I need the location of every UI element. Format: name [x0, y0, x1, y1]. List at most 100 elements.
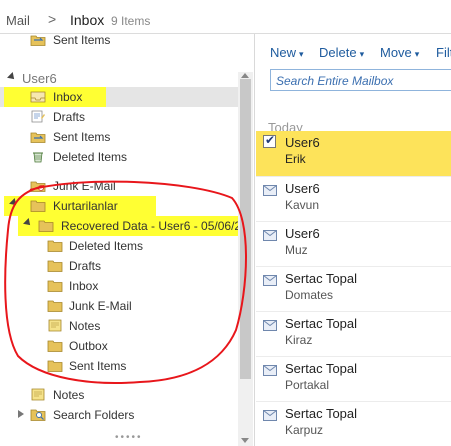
folder-icon: [47, 239, 63, 252]
message-checkbox[interactable]: [263, 133, 276, 148]
scrollbar-thumb[interactable]: [240, 79, 251, 379]
subfolder-inbox[interactable]: Inbox: [0, 276, 238, 296]
item-count: 9 Items: [111, 14, 151, 28]
message-subject: Karpuz: [285, 423, 324, 437]
folder-label: Search Folders: [53, 408, 135, 422]
message-subject: Kiraz: [285, 333, 313, 347]
scroll-up-icon[interactable]: [241, 73, 249, 78]
envelope-icon: [263, 275, 277, 286]
message-list-pane: New▾ Delete▾ Move▾ Filt Search Entire Ma…: [256, 34, 451, 446]
scroll-down-icon[interactable]: [241, 438, 249, 443]
folder-label: Notes: [53, 388, 85, 402]
folder-kurtarilanlar[interactable]: Kurtarilanlar: [0, 196, 238, 216]
resize-grip-icon[interactable]: •••••: [115, 432, 143, 443]
folder-label: Drafts: [53, 110, 86, 124]
message-row[interactable]: Sertac Topal Kiraz: [256, 312, 451, 357]
message-row[interactable]: Sertac Topal Domates: [256, 267, 451, 312]
sent-items-icon: [30, 130, 46, 143]
sent-folder-icon: [30, 33, 46, 46]
junk-folder-icon: [30, 179, 46, 192]
chevron-down-icon: ▾: [414, 49, 420, 59]
message-row[interactable]: User6 Muz: [256, 222, 451, 267]
move-button-label: Move: [380, 45, 412, 60]
search-folder-icon: [30, 408, 46, 421]
new-button[interactable]: New ▾: [270, 45, 304, 60]
search-placeholder: Search Entire Mailbox: [276, 74, 394, 88]
message-sender: Sertac Topal: [285, 271, 358, 286]
message-sender: User6: [285, 181, 320, 196]
folder-label: Kurtarilanlar: [53, 199, 118, 213]
folder-notes[interactable]: Notes: [0, 385, 238, 405]
folder-icon: [47, 359, 63, 372]
filter-button[interactable]: Filt: [436, 45, 451, 60]
chevron-down-icon: ▾: [299, 49, 304, 59]
folder-label: Inbox: [53, 90, 83, 104]
message-subject: Domates: [285, 288, 334, 302]
message-row[interactable]: Sertac Topal Karpuz: [256, 402, 451, 446]
inbox-icon: [30, 90, 46, 103]
notes-icon: [30, 388, 46, 401]
breadcrumb-mail-link[interactable]: Mail: [6, 13, 30, 28]
folder-label: Sent Items: [53, 33, 111, 47]
account-name: User6: [22, 71, 57, 86]
folder-icon: [30, 199, 46, 212]
folder-drafts[interactable]: Drafts: [0, 107, 238, 127]
message-sender: Sertac Topal: [285, 406, 358, 421]
folder-junk-email[interactable]: Junk E-Mail: [0, 176, 238, 196]
notes-icon: [47, 319, 63, 332]
message-row[interactable]: Sertac Topal Portakal: [256, 357, 451, 402]
message-subject: Erik: [285, 152, 306, 166]
breadcrumb-separator: >: [48, 11, 57, 27]
trash-icon: [30, 150, 46, 163]
delete-button[interactable]: Delete ▾: [319, 45, 364, 60]
message-row[interactable]: User6 Kavun: [256, 177, 451, 222]
message-sender: User6: [285, 226, 320, 241]
folder-label: Junk E-Mail: [69, 299, 132, 313]
folder-icon: [38, 219, 54, 232]
expand-arrow-icon[interactable]: [18, 410, 24, 418]
drafts-icon: [30, 110, 46, 123]
envelope-icon: [263, 320, 277, 331]
envelope-icon: [263, 410, 277, 421]
folder-sent-items-top[interactable]: Sent Items: [0, 30, 238, 50]
folder-deleted-items[interactable]: Deleted Items: [0, 147, 238, 167]
folder-sent-items[interactable]: Sent Items: [0, 127, 238, 147]
folder-label: Notes: [69, 319, 101, 333]
breadcrumb-current-folder: Inbox: [70, 12, 105, 28]
message-subject: Kavun: [285, 198, 320, 212]
folder-label: Junk E-Mail: [53, 179, 116, 193]
folder-label: Deleted Items: [69, 239, 144, 253]
folder-recovered-data[interactable]: Recovered Data - User6 - 05/06/20: [0, 216, 248, 236]
envelope-icon: [263, 185, 277, 196]
subfolder-deleted-items[interactable]: Deleted Items: [0, 236, 238, 256]
message-subject: Muz: [285, 243, 308, 257]
folder-label: Deleted Items: [53, 150, 128, 164]
move-button[interactable]: Move ▾: [380, 45, 419, 60]
folder-icon: [47, 279, 63, 292]
subfolder-drafts[interactable]: Drafts: [0, 256, 238, 276]
new-button-label: New: [270, 45, 297, 60]
folder-label: Sent Items: [53, 130, 111, 144]
folder-inbox[interactable]: Inbox: [0, 87, 238, 107]
message-row[interactable]: User6 Erik: [256, 131, 451, 176]
message-sender: Sertac Topal: [285, 316, 358, 331]
folder-icon: [47, 299, 63, 312]
folder-icon: [47, 339, 63, 352]
delete-button-label: Delete: [319, 45, 357, 60]
search-input[interactable]: Search Entire Mailbox: [270, 69, 451, 91]
folder-pane: Sent Items User6 Inbox Drafts Sent Items…: [0, 33, 255, 446]
envelope-icon: [263, 230, 277, 241]
collapse-arrow-icon[interactable]: [7, 72, 17, 82]
message-subject: Portakal: [285, 378, 330, 392]
breadcrumb: Mail > Inbox 9 Items: [0, 0, 451, 34]
subfolder-junk-email[interactable]: Junk E-Mail: [0, 296, 238, 316]
folder-pane-scrollbar[interactable]: [238, 72, 253, 446]
folder-icon: [47, 259, 63, 272]
message-sender: User6: [285, 135, 320, 150]
subfolder-notes[interactable]: Notes: [0, 316, 238, 336]
subfolder-outbox[interactable]: Outbox: [0, 336, 238, 356]
message-toolbar: New▾ Delete▾ Move▾ Filt: [256, 34, 451, 66]
subfolder-sent-items[interactable]: Sent Items: [0, 356, 238, 376]
folder-label: Inbox: [69, 279, 99, 293]
folder-search-folders[interactable]: Search Folders: [0, 405, 238, 425]
